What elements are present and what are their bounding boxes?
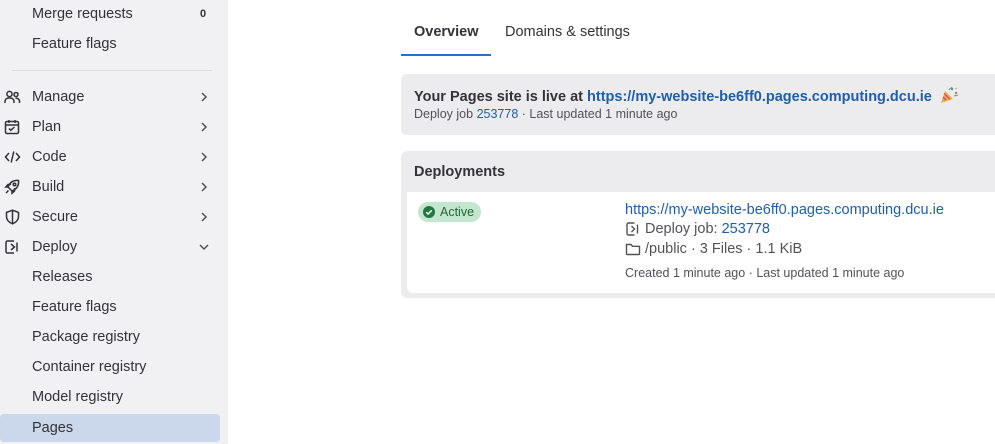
chevron-right-icon	[198, 211, 210, 223]
status-badge-label: Active	[440, 205, 475, 219]
sidebar-item-label: Build	[32, 179, 65, 195]
sidebar-item-manage[interactable]: Manage	[0, 83, 220, 111]
check-circle-icon	[423, 206, 435, 218]
sidebar-item-label: Model registry	[32, 389, 124, 405]
merge-requests-count: 0	[200, 8, 207, 20]
pages-live-title: Your Pages site is live at https://my-we…	[414, 86, 959, 105]
chevron-right-icon	[198, 91, 210, 103]
sidebar-item-feature-flags-deploy[interactable]: Feature flags	[0, 293, 220, 321]
sidebar-item-deploy[interactable]: Deploy	[0, 233, 220, 261]
sidebar-item-label: Pages	[32, 420, 74, 436]
sidebar: Merge requests 0 Feature flags Manage Pl…	[0, 0, 228, 444]
sidebar-item-label: Releases	[32, 269, 93, 285]
sidebar-item-label: Code	[32, 149, 67, 165]
rocket-icon	[4, 179, 21, 195]
users-icon	[4, 89, 21, 105]
sidebar-item-package-registry[interactable]: Package registry	[0, 323, 220, 351]
sidebar-item-label: Plan	[32, 119, 62, 135]
last-updated-text: · Last updated 1 minute ago	[521, 107, 678, 121]
shield-icon	[4, 209, 21, 225]
deployment-files-text: /public · 3 Files · 1.1 KiB	[645, 241, 803, 257]
sidebar-item-pages[interactable]: Pages	[0, 414, 220, 442]
deployment-created-text: Created 1 minute ago · Last updated 1 mi…	[625, 266, 905, 280]
pages-site-link[interactable]: https://my-website-be6ff0.pages.computin…	[587, 89, 932, 105]
sidebar-item-build[interactable]: Build	[0, 173, 220, 201]
deployment-url-link[interactable]: https://my-website-be6ff0.pages.computin…	[625, 202, 944, 218]
deploy-job-link[interactable]: 253778	[477, 107, 519, 121]
sidebar-item-code[interactable]: Code	[0, 143, 220, 171]
calendar-icon	[4, 119, 21, 135]
pages-live-meta: Deploy job 253778 · Last updated 1 minut…	[414, 107, 677, 121]
deploy-job-icon	[626, 222, 639, 236]
sidebar-item-label: Feature flags	[32, 36, 117, 52]
deployments-title: Deployments	[414, 164, 506, 180]
sidebar-item-merge-requests[interactable]: Merge requests 0	[0, 0, 220, 28]
tab-domains-settings[interactable]: Domains & settings	[505, 24, 630, 40]
chevron-down-icon	[198, 241, 210, 253]
deploy-job-label: Deploy job	[414, 107, 474, 121]
tab-overview[interactable]: Overview	[414, 24, 479, 40]
live-prefix: Your Pages site is live at	[414, 89, 583, 105]
sidebar-item-container-registry[interactable]: Container registry	[0, 353, 220, 381]
sidebar-item-plan[interactable]: Plan	[0, 113, 220, 141]
active-tab-indicator	[401, 54, 491, 56]
sidebar-item-label: Merge requests	[32, 6, 133, 22]
sidebar-item-label: Feature flags	[32, 299, 117, 315]
deployment-files: /public · 3 Files · 1.1 KiB	[625, 241, 802, 257]
party-popper-icon	[939, 86, 959, 104]
chevron-right-icon	[198, 181, 210, 193]
code-icon	[4, 149, 21, 165]
sidebar-item-label: Container registry	[32, 359, 147, 375]
sidebar-item-label: Package registry	[32, 329, 140, 345]
sidebar-item-model-registry[interactable]: Model registry	[0, 383, 220, 411]
chevron-right-icon	[198, 151, 210, 163]
sidebar-item-secure[interactable]: Secure	[0, 203, 220, 231]
status-badge: Active	[418, 202, 482, 222]
deployment-job: Deploy job: 253778	[625, 221, 770, 237]
sidebar-item-label: Deploy	[32, 239, 78, 255]
deployments-icon	[4, 239, 21, 255]
sidebar-item-feature-flags[interactable]: Feature flags	[0, 30, 220, 58]
sidebar-item-releases[interactable]: Releases	[0, 263, 220, 291]
sidebar-divider	[12, 70, 212, 71]
chevron-right-icon	[198, 121, 210, 133]
folder-icon	[625, 243, 641, 256]
deploy-job-label: Deploy job:	[645, 221, 718, 237]
deploy-job-link[interactable]: 253778	[722, 221, 770, 237]
sidebar-item-label: Secure	[32, 209, 78, 225]
sidebar-item-label: Manage	[32, 89, 85, 105]
